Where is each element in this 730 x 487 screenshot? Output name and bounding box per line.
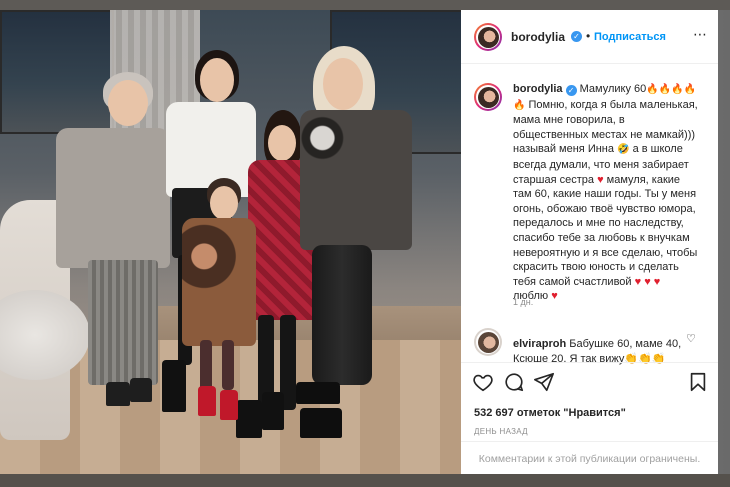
verified-badge-icon: ✓ xyxy=(565,85,577,96)
bookmark-icon[interactable] xyxy=(687,371,709,393)
caption-line: мама мне говорила, в xyxy=(513,114,625,127)
caption-line: тебя самой счастливой xyxy=(513,275,632,288)
caption-line: огонь, обожаю твоё чувство юмора, xyxy=(513,202,696,215)
caption-timestamp[interactable]: 1 дн. xyxy=(513,297,533,307)
caption-author-avatar[interactable] xyxy=(474,83,502,111)
post-photo[interactable] xyxy=(0,10,461,474)
caption-line: всегда думали, что меня забирает xyxy=(513,158,689,171)
post-side-panel: borodylia ✓ • Подписаться ⋯ borodylia ✓ … xyxy=(461,10,718,474)
caption-line: мамуля, какие xyxy=(606,173,681,186)
heart-icon[interactable] xyxy=(472,371,494,393)
post-date[interactable]: ДЕНЬ НАЗАД xyxy=(474,427,528,436)
caption-line: скрасить твою юность и сделать xyxy=(513,261,679,274)
author-username[interactable]: borodylia xyxy=(511,30,565,44)
follow-button[interactable]: Подписаться xyxy=(594,31,666,43)
comment-bubble-icon[interactable] xyxy=(503,371,525,393)
heart-emoji-icon: ♥ xyxy=(597,173,604,186)
verified-badge-icon: ✓ xyxy=(571,31,582,42)
heart-emoji-icon: ♥ ♥ ♥ xyxy=(634,275,661,288)
comments-restricted-notice: Комментарии к этой публикации ограничены… xyxy=(461,441,718,474)
post-caption: borodylia ✓ Мамулику 60🔥🔥🔥🔥 🔥 Помню, ког… xyxy=(513,82,708,304)
caption-line: там 60, какие наши годы. Ты у меня xyxy=(513,188,697,201)
more-dots-icon[interactable]: ⋯ xyxy=(693,26,708,43)
likes-count[interactable]: 532 697 отметок "Нравится" xyxy=(474,407,626,419)
action-bar-divider xyxy=(461,362,718,364)
commenter-avatar[interactable] xyxy=(474,328,502,356)
post-header: borodylia ✓ • Подписаться ⋯ xyxy=(461,10,718,64)
caption-line: называй меня Инна xyxy=(513,143,614,156)
caption-line: общественных местах не мамкай))) xyxy=(513,128,696,141)
caption-line: Помню, когда я была маленькая, xyxy=(528,98,698,111)
caption-line: спасибо тебе за любовь к внучкам xyxy=(513,231,690,244)
fire-emoji-icon: 🔥🔥🔥🔥 xyxy=(646,84,697,95)
caption-username[interactable]: borodylia xyxy=(513,83,563,95)
author-avatar[interactable] xyxy=(474,23,502,51)
backdrop-strip-bottom xyxy=(0,474,730,487)
caption-line: невероятную и я все сделаю, чтобы xyxy=(513,246,698,259)
backdrop-strip-top xyxy=(0,0,730,10)
background-window xyxy=(0,10,114,134)
caption-line: Мамулику 60 xyxy=(579,83,647,95)
paper-plane-icon[interactable] xyxy=(533,371,555,393)
caption-line: передалось и мне по наследству, xyxy=(513,217,684,230)
comment-like-heart-icon[interactable]: ♡ xyxy=(686,332,696,345)
caption-line: старшая сестра xyxy=(513,173,594,186)
caption-line: а в школе xyxy=(632,143,683,156)
fire-emoji-icon: 🔥 xyxy=(513,99,526,111)
heart-emoji-icon: ♥ xyxy=(551,290,558,303)
header-separator: • xyxy=(586,29,591,43)
comment-username[interactable]: elvirаproh xyxy=(513,338,566,350)
laughing-emoji-icon: 🤣 xyxy=(617,144,630,156)
